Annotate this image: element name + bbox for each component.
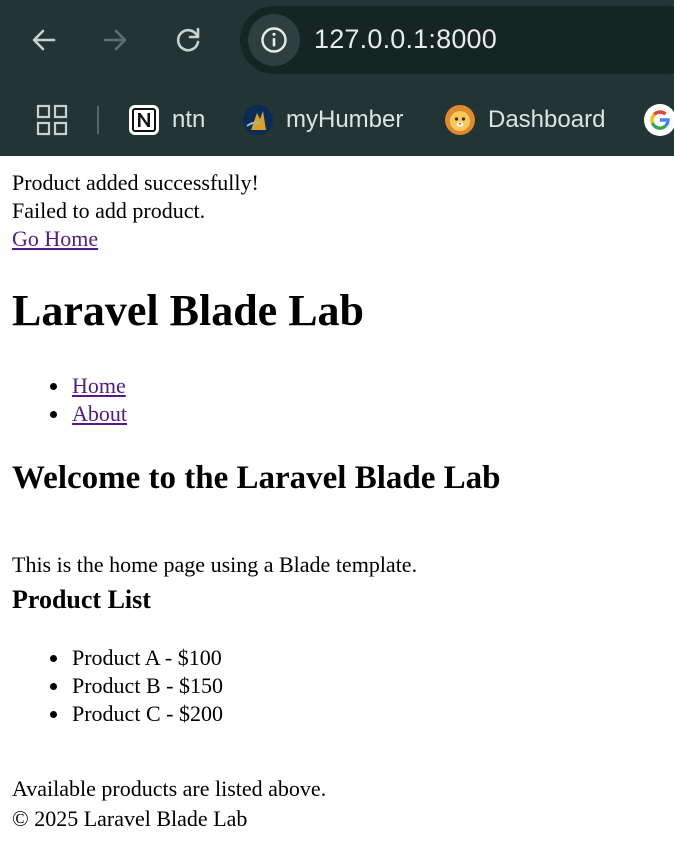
flash-success-message: Product added successfully! [12, 170, 259, 195]
list-bullet [50, 711, 57, 718]
go-home-link[interactable]: Go Home [12, 225, 98, 253]
bookmark-label: ntn [172, 106, 206, 133]
info-icon [261, 27, 287, 53]
product-label: Product B - $150 [72, 673, 223, 698]
intro-text: This is the home page using a Blade temp… [12, 552, 418, 577]
welcome-heading: Welcome to the Laravel Blade Lab [12, 460, 501, 496]
browser-chrome: 127.0.0.1:8000 ntn myHumber Dashboard [0, 0, 674, 156]
product-list: Product A - $100 Product B - $150 Produc… [12, 644, 223, 728]
bookmarks-divider [97, 106, 99, 134]
bookmark-myhumber[interactable]: myHumber [242, 98, 403, 142]
product-list-heading: Product List [12, 585, 151, 614]
forward-button[interactable] [95, 20, 135, 60]
bookmark-ntn[interactable]: ntn [128, 98, 205, 142]
reload-button[interactable] [168, 20, 208, 60]
page-content: Product added successfully! Failed to ad… [0, 156, 674, 866]
arrow-left-icon [32, 29, 56, 51]
nav-link-about[interactable]: About [72, 401, 127, 426]
notion-icon [129, 105, 159, 135]
flash-error-message: Failed to add product. [12, 198, 206, 223]
list-bullet [50, 683, 57, 690]
arrow-right-icon [103, 29, 127, 51]
bookmark-label: Dashboard [488, 106, 606, 133]
site-title: Laravel Blade Lab [12, 286, 365, 335]
humber-icon [243, 105, 273, 135]
footer-copyright: © 2025 Laravel Blade Lab [12, 806, 248, 831]
apps-grid-icon[interactable] [36, 104, 68, 136]
site-nav: Home About [12, 372, 127, 428]
list-item: Product C - $200 [12, 700, 223, 728]
product-label: Product C - $200 [72, 701, 223, 726]
list-bullet [50, 655, 57, 662]
list-bullet [50, 411, 57, 418]
nav-item-home: Home [12, 372, 127, 400]
product-label: Product A - $100 [72, 645, 222, 670]
site-info-button[interactable] [248, 14, 300, 66]
lion-icon [445, 105, 475, 135]
browser-toolbar: 127.0.0.1:8000 [0, 0, 674, 80]
nav-link-home[interactable]: Home [72, 373, 126, 398]
list-bullet [50, 383, 57, 390]
available-text: Available products are listed above. [12, 776, 327, 801]
bookmark-google[interactable] [643, 98, 674, 142]
bookmark-dashboard[interactable]: Dashboard [444, 98, 605, 142]
nav-item-about: About [12, 400, 127, 428]
bookmark-label: myHumber [286, 106, 404, 133]
google-icon [644, 104, 674, 136]
list-item: Product A - $100 [12, 644, 223, 672]
back-button[interactable] [24, 20, 64, 60]
address-bar[interactable]: 127.0.0.1:8000 [240, 6, 674, 74]
url-text[interactable]: 127.0.0.1:8000 [314, 24, 497, 55]
reload-icon [176, 27, 200, 52]
list-item: Product B - $150 [12, 672, 223, 700]
